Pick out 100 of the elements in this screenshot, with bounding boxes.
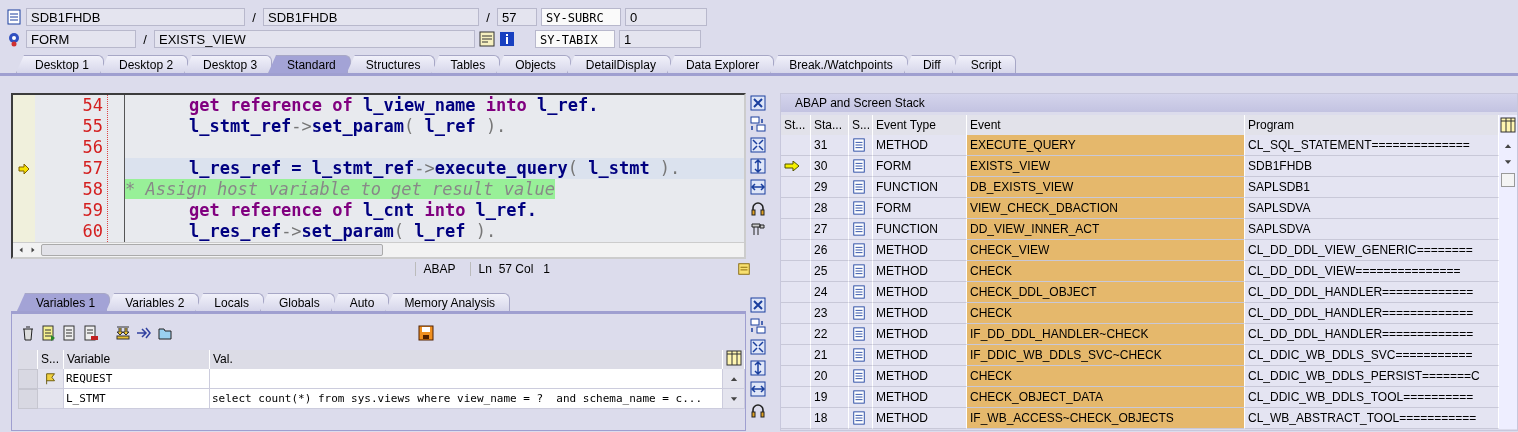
table-row[interactable]: 26 METHOD CHECK_VIEW CL_DD_DDL_VIEW_GENERIC======== <box>781 240 1499 261</box>
event-field: EXISTS_VIEW <box>154 30 475 48</box>
expand-icon[interactable] <box>750 339 766 355</box>
tab[interactable]: Standard <box>268 55 351 73</box>
tab[interactable]: Structures <box>346 55 436 73</box>
table-cell: 22 <box>811 324 849 345</box>
tab[interactable]: Script <box>951 55 1017 73</box>
table-cell: CL_DDIC_WB_DDLS_TOOL========== <box>1245 387 1499 408</box>
column-header[interactable]: Event <box>967 115 1245 135</box>
scroll-left-icon[interactable] <box>17 246 25 254</box>
table-cell: SDB1FHDB <box>1245 156 1499 177</box>
table-cell: CL_DDIC_WB_DDLS_SVC=========== <box>1245 345 1499 366</box>
code-editor[interactable] <box>11 93 746 259</box>
folder-icon[interactable] <box>157 325 173 341</box>
swap-icon[interactable] <box>750 318 766 334</box>
tab[interactable]: Objects <box>496 55 571 73</box>
tab[interactable]: Desktop 2 <box>100 55 189 73</box>
vertical-resize-icon[interactable] <box>750 360 766 376</box>
document-icon[interactable] <box>41 325 57 341</box>
scrollbar-thumb[interactable] <box>1501 173 1515 187</box>
table-row[interactable]: 21 METHOD IF_DDIC_WB_DDLS_SVC~CHECK CL_DDIC_WB_DDLS_SVC=========== <box>781 345 1499 366</box>
tab[interactable]: Globals <box>260 293 335 311</box>
line-number: 60 <box>81 221 104 242</box>
table-row[interactable]: 18 METHOD IF_WB_ACCESS~CHECK_OBJECTS CL_WB_ABSTRACT_TOOL=========== <box>781 408 1499 429</box>
column-header[interactable]: S... <box>38 350 64 369</box>
note-icon[interactable] <box>737 262 751 276</box>
table-row[interactable]: 20 METHOD CHECK CL_DDIC_WB_DDLS_PERSIST=======C <box>781 366 1499 387</box>
document-icon[interactable] <box>83 325 99 341</box>
info-icon[interactable] <box>499 31 515 47</box>
tab[interactable]: Locals <box>195 293 264 311</box>
headset-icon[interactable] <box>750 402 766 418</box>
expand-icon[interactable] <box>750 137 766 153</box>
close-icon[interactable] <box>750 95 766 111</box>
document-icon <box>852 306 866 320</box>
column-header[interactable]: Sta... <box>811 115 849 135</box>
tab[interactable]: Desktop 3 <box>184 55 273 73</box>
table-cell: CHECK <box>967 366 1245 387</box>
headset-icon[interactable] <box>750 200 766 216</box>
arrows-icon[interactable] <box>136 325 152 341</box>
tab[interactable]: Variables 1 <box>17 293 111 311</box>
document-icon <box>852 264 866 278</box>
column-header[interactable]: Program <box>1245 115 1499 135</box>
tab[interactable]: Tables <box>431 55 501 73</box>
scroll-right-icon[interactable] <box>29 246 37 254</box>
column-settings-icon[interactable] <box>726 350 742 366</box>
column-header[interactable]: Event Type <box>873 115 967 135</box>
tool-icon[interactable] <box>750 221 766 237</box>
table-row[interactable]: 31 METHOD EXECUTE_QUERY CL_SQL_STATEMENT============== <box>781 135 1499 156</box>
tab[interactable]: Auto <box>330 293 390 311</box>
table-row[interactable]: 25 METHOD CHECK CL_DD_DDL_VIEW=============== <box>781 261 1499 282</box>
table-cell: CL_DD_DDL_VIEW_GENERIC======== <box>1245 240 1499 261</box>
split-icon[interactable] <box>115 325 131 341</box>
table-cell: METHOD <box>873 387 967 408</box>
table-row[interactable]: 29 FUNCTION DB_EXISTS_VIEW SAPLSDB1 <box>781 177 1499 198</box>
table-cell: IF_DD_DDL_HANDLER~CHECK <box>967 324 1245 345</box>
vertical-scrollbar[interactable] <box>1499 115 1517 429</box>
tab[interactable]: Desktop 1 <box>16 55 105 73</box>
table-row[interactable]: 19 METHOD CHECK_OBJECT_DATA CL_DDIC_WB_DDLS_TOOL========== <box>781 387 1499 408</box>
tab[interactable]: Break./Watchpoints <box>770 55 908 73</box>
table-cell: 26 <box>811 240 849 261</box>
column-header[interactable]: Variable <box>64 350 210 369</box>
swap-icon[interactable] <box>750 116 766 132</box>
horizontal-resize-icon[interactable] <box>750 179 766 195</box>
save-icon[interactable] <box>418 325 434 341</box>
document-icon <box>852 369 866 383</box>
line-number: 59 <box>81 200 104 221</box>
column-header[interactable]: St... <box>781 115 811 135</box>
table-row[interactable]: 27 FUNCTION DD_VIEW_INNER_ACT SAPLSDVA <box>781 219 1499 240</box>
table-cell: METHOD <box>873 282 967 303</box>
table-row[interactable]: 23 METHOD CHECK CL_DD_DDL_HANDLER============= <box>781 303 1499 324</box>
table-row[interactable]: 24 METHOD CHECK_DDL_OBJECT CL_DD_DDL_HANDLER============= <box>781 282 1499 303</box>
document-icon <box>852 348 866 362</box>
table-row[interactable]: 30 FORM EXISTS_VIEW SDB1FHDB <box>781 156 1499 177</box>
document-icon <box>852 390 866 404</box>
table-row[interactable]: L_STMT select count(*) from sys.views where view_name = ? and schema_name = c... <box>18 389 745 409</box>
column-header[interactable]: Val. <box>210 350 723 369</box>
tab[interactable]: Data Explorer <box>666 55 775 73</box>
table-cell: SAPLSDVA <box>1245 198 1499 219</box>
tab[interactable]: Variables 2 <box>106 293 200 311</box>
table-cell: METHOD <box>873 135 967 156</box>
tab[interactable]: DetailDisplay <box>566 55 671 73</box>
document-icon[interactable] <box>62 325 78 341</box>
table-row[interactable]: 28 FORM VIEW_CHECK_DBACTION SAPLSDVA <box>781 198 1499 219</box>
trash-icon[interactable] <box>20 325 36 341</box>
horizontal-resize-icon[interactable] <box>750 381 766 397</box>
table-cell: METHOD <box>873 366 967 387</box>
vertical-resize-icon[interactable] <box>750 158 766 174</box>
table-cell: METHOD <box>873 408 967 429</box>
close-icon[interactable] <box>750 297 766 313</box>
table-cell: DB_EXISTS_VIEW <box>967 177 1245 198</box>
table-cell: CL_WB_ABSTRACT_TOOL=========== <box>1245 408 1499 429</box>
table-cell: CHECK <box>967 303 1245 324</box>
column-settings-icon[interactable] <box>1500 117 1516 133</box>
tab[interactable]: Diff <box>903 55 956 73</box>
scrollbar-thumb[interactable] <box>41 244 383 256</box>
language-label: ABAP <box>414 262 456 276</box>
table-row[interactable]: REQUEST <box>18 369 745 389</box>
tab[interactable]: Memory Analysis <box>385 293 511 311</box>
column-header[interactable]: S... <box>849 115 873 135</box>
table-row[interactable]: 22 METHOD IF_DD_DDL_HANDLER~CHECK CL_DD_DDL_HANDLER============= <box>781 324 1499 345</box>
